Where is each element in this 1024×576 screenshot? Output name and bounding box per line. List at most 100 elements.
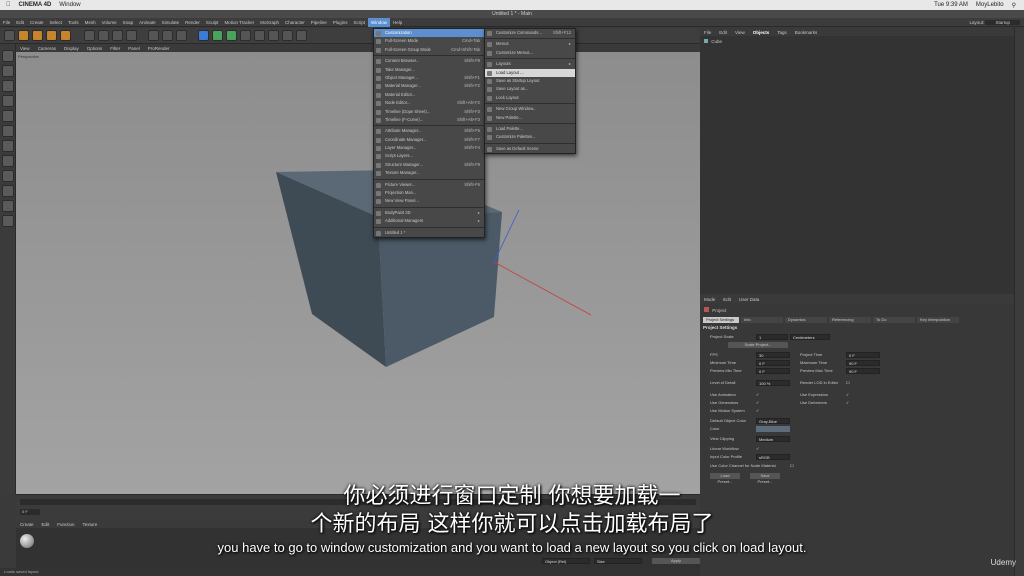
menu-item-texture-manager[interactable]: Texture Manager... xyxy=(374,169,484,177)
use-animation-checkbox[interactable]: ✓ xyxy=(756,392,759,398)
menu-render[interactable]: Render xyxy=(182,18,203,27)
menu-sculpt[interactable]: Sculpt xyxy=(203,18,222,27)
menu-item-layer-manager[interactable]: Layer Manager... Shift+F4 xyxy=(374,144,484,152)
menu-item-coordinate-manager[interactable]: Coordinate Manager... Shift+F7 xyxy=(374,136,484,144)
use-color-channel-checkbox[interactable]: ☐ xyxy=(790,463,794,469)
render-settings-icon[interactable] xyxy=(176,30,187,41)
use-generators-checkbox[interactable]: ✓ xyxy=(756,400,759,406)
menu-item-untitled-1[interactable]: Untitled 1 * xyxy=(374,229,484,237)
menu-select[interactable]: Select xyxy=(47,18,66,27)
menu-item-full-screen-mode[interactable]: Full-Screen Mode Cmd+Tab xyxy=(374,37,484,45)
menu-mesh[interactable]: Mesh xyxy=(82,18,99,27)
layout-selector[interactable]: Layout: Startup xyxy=(969,18,1020,27)
cube-object[interactable] xyxy=(16,52,700,494)
menu-item-additional-managers[interactable]: Additional Managers ▸ xyxy=(374,217,484,225)
rotate-icon[interactable] xyxy=(46,30,57,41)
menu-window[interactable]: Window xyxy=(368,17,391,27)
light-icon[interactable] xyxy=(296,30,307,41)
attrmenu-mode[interactable]: Mode xyxy=(700,297,719,302)
menu-item-attribute-manager[interactable]: Attribute Manager... Shift+F5 xyxy=(374,127,484,135)
render-lod-checkbox[interactable]: ☐ xyxy=(846,380,850,386)
objmenu-file[interactable]: File xyxy=(700,30,715,35)
menu-item-new-group-window[interactable]: New Group Window... xyxy=(485,105,575,113)
layout-icon[interactable] xyxy=(2,215,14,227)
viewport[interactable]: Perspective xyxy=(16,52,700,494)
menu-item-new-view-panel[interactable]: New View Panel... xyxy=(374,197,484,205)
move-icon[interactable] xyxy=(18,30,29,41)
select-icon[interactable] xyxy=(60,30,71,41)
menu-item-picture-viewer[interactable]: Picture Viewer... Shift+F6 xyxy=(374,181,484,189)
menu-item-material-editor[interactable]: Material Editor... xyxy=(374,91,484,99)
menu-item-customize-menus[interactable]: Customize Menus... xyxy=(485,49,575,57)
use-deformers-checkbox[interactable]: ✓ xyxy=(846,400,849,406)
objmenu-bookmarks[interactable]: Bookmarks xyxy=(791,30,822,35)
x-axis-icon[interactable] xyxy=(84,30,95,41)
menu-mograph[interactable]: MoGraph xyxy=(257,18,282,27)
use-expression-checkbox[interactable]: ✓ xyxy=(846,392,849,398)
menu-item-lock-layout[interactable]: Lock Layout xyxy=(485,94,575,102)
menu-item-structure-manager[interactable]: Structure Manager... Shift+F9 xyxy=(374,161,484,169)
nurbs-icon[interactable] xyxy=(226,30,237,41)
menu-item-full-screen-group-mode[interactable]: Full-Screen Group Mode Cmd+Shift+Tab xyxy=(374,46,484,54)
menu-item-menus[interactable]: Menus ▸ xyxy=(485,40,575,48)
render-view-icon[interactable] xyxy=(162,30,173,41)
attrmenu-edit[interactable]: Edit xyxy=(719,297,735,302)
array-icon[interactable] xyxy=(240,30,251,41)
texture-mode-icon[interactable] xyxy=(2,65,14,77)
lock-icon[interactable] xyxy=(2,185,14,197)
menu-file[interactable]: File xyxy=(0,18,13,27)
tab-referencing[interactable]: Referencing xyxy=(829,317,871,323)
snap-icon[interactable] xyxy=(2,170,14,182)
menu-motion-tracker[interactable]: Motion Tracker xyxy=(221,18,257,27)
user-name[interactable]: MoyLebito xyxy=(976,2,1004,8)
app-name[interactable]: CINEMA 4D xyxy=(19,2,52,8)
use-motion-checkbox[interactable]: ✓ xyxy=(756,408,759,414)
menu-edit[interactable]: Edit xyxy=(13,18,27,27)
menu-item-new-palette[interactable]: New Palette... xyxy=(485,114,575,122)
menu-item-take-manager[interactable]: Take Manager... xyxy=(374,66,484,74)
menu-character[interactable]: Character xyxy=(282,18,308,27)
enable-axis-icon[interactable] xyxy=(2,140,14,152)
menu-item-load-layout[interactable]: Load Layout ... xyxy=(485,68,575,77)
menu-item-layouts[interactable]: Layouts ▸ xyxy=(485,60,575,68)
objmenu-edit[interactable]: Edit xyxy=(715,30,731,35)
menu-item-script-layers[interactable]: Script Layers... xyxy=(374,152,484,160)
menu-help[interactable]: Help xyxy=(390,18,405,27)
clock[interactable]: Tue 9:39 AM xyxy=(934,2,968,8)
model-mode-icon[interactable] xyxy=(2,50,14,62)
menu-item-customize-palettes[interactable]: Customize Palettes... xyxy=(485,133,575,141)
apple-icon[interactable]:  xyxy=(6,2,11,8)
workplane-icon[interactable] xyxy=(2,80,14,92)
menu-item-customization[interactable]: Customization xyxy=(374,29,484,38)
menu-item-save-as-default-scene[interactable]: Save as Default Scene xyxy=(485,145,575,153)
menu-item-node-editor[interactable]: Node Editor... Shift+Alt+F2 xyxy=(374,99,484,107)
solo-icon[interactable] xyxy=(2,200,14,212)
menu-item-material-manager[interactable]: Material Manager... Shift+F2 xyxy=(374,82,484,90)
vpmenu-prorender[interactable]: ProRender xyxy=(144,46,174,51)
coord-icon[interactable] xyxy=(126,30,137,41)
menu-animate[interactable]: Animate xyxy=(136,18,159,27)
mac-menu-window[interactable]: Window xyxy=(59,2,80,8)
menu-item-content-browser[interactable]: Content Browser... Shift+F8 xyxy=(374,57,484,65)
menu-item-save-as-startup-layout[interactable]: Save as Startup Layout xyxy=(485,77,575,85)
tweak-icon[interactable] xyxy=(2,155,14,167)
menu-item-projection-man[interactable]: Projection Man... xyxy=(374,189,484,197)
vpmenu-filter[interactable]: Filter xyxy=(106,46,124,51)
menu-item-bodypaint-3d[interactable]: BodyPaint 3D ▸ xyxy=(374,209,484,217)
menu-item-timeline-dope-sheet[interactable]: Timeline (Dope Sheet)... Shift+F3 xyxy=(374,108,484,116)
menu-simulate[interactable]: Simulate xyxy=(159,18,183,27)
tab-project-settings[interactable]: Project Settings xyxy=(703,317,739,323)
linear-workflow-checkbox[interactable]: ✓ xyxy=(756,446,759,452)
deformer-icon[interactable] xyxy=(254,30,265,41)
menu-volume[interactable]: Volume xyxy=(99,18,120,27)
tab-key-interpolation[interactable]: Key Interpolation xyxy=(917,317,959,323)
scale-project-button[interactable]: Scale Project... xyxy=(728,342,788,348)
vpmenu-cameras[interactable]: Cameras xyxy=(34,46,60,51)
objmenu-tags[interactable]: Tags xyxy=(773,30,791,35)
scale-icon[interactable] xyxy=(32,30,43,41)
camera-icon[interactable] xyxy=(282,30,293,41)
vpmenu-panel[interactable]: Panel xyxy=(124,46,144,51)
menu-script[interactable]: Script xyxy=(351,18,369,27)
apply-button[interactable]: Apply xyxy=(652,558,700,564)
polygons-icon[interactable] xyxy=(2,125,14,137)
